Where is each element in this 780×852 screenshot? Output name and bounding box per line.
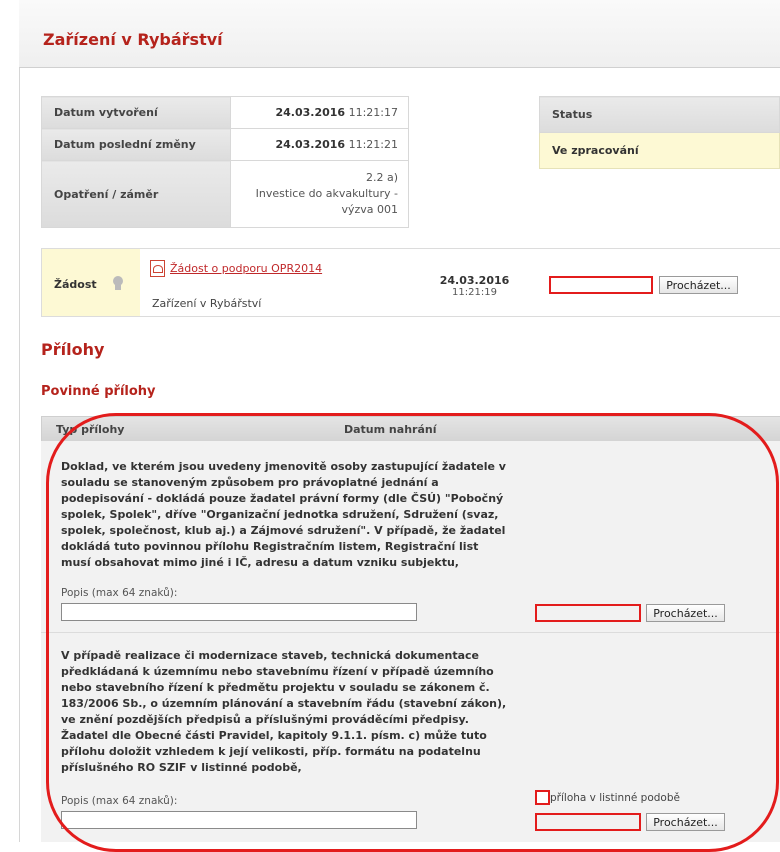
measure-label: Opatření / záměr [41, 160, 231, 228]
modified-value: 24.03.2016 11:21:21 [230, 128, 409, 161]
attachments-heading: Přílohy [41, 340, 105, 359]
application-time: 11:21:19 [452, 287, 497, 298]
modified-label: Datum poslední změny [41, 128, 231, 161]
status-badge: Ve zpracování [539, 132, 780, 169]
created-label: Datum vytvoření [41, 96, 231, 129]
status-label: Status [539, 96, 780, 133]
pdf-icon [150, 260, 165, 277]
status-table: Status Ve zpracování [539, 96, 780, 169]
attachment-1-description: Doklad, ve kterém jsou uvedeny jmenovitě… [61, 460, 506, 569]
column-type: Typ přílohy [56, 423, 125, 436]
paper-form-checkbox[interactable] [535, 790, 550, 805]
application-browse-button[interactable]: Procházet... [659, 276, 738, 294]
attachment-1-browse-button[interactable]: Procházet... [646, 604, 725, 622]
application-row: Žádost Žádost o podporu OPR2014 Zařízení… [41, 248, 780, 317]
attachment-1-desc-label: Popis (max 64 znaků): [61, 587, 178, 599]
file-path-field[interactable] [549, 276, 653, 294]
page-title: Zařízení v Rybářství [43, 30, 223, 49]
award-ribbon-icon [113, 276, 123, 290]
attachment-2-browse-button[interactable]: Procházet... [646, 813, 725, 831]
attachment-1-file-picker: Procházet... [535, 604, 755, 622]
mandatory-attachments-heading: Povinné přílohy [41, 384, 156, 399]
attachment-1-desc-input[interactable] [61, 603, 417, 621]
file-path-field[interactable] [535, 604, 641, 622]
attachment-2-file-picker: Procházet... [535, 813, 755, 831]
measure-value: 2.2 a) Investice do akvakultury - výzva … [230, 160, 409, 228]
application-file-picker: Procházet... [549, 276, 769, 294]
attachments-table-header: Typ přílohy Datum nahrání [41, 416, 780, 442]
column-upload-date: Datum nahrání [344, 423, 437, 436]
application-date: 24.03.2016 [439, 274, 510, 287]
attachment-2-desc-input[interactable] [61, 811, 417, 829]
paper-form-label: příloha v listinné podobě [550, 792, 680, 804]
application-subtitle: Zařízení v Rybářství [152, 297, 262, 310]
row-divider [41, 632, 780, 633]
info-table: Datum vytvoření 24.03.2016 11:21:17 Datu… [41, 96, 409, 228]
file-path-field[interactable] [535, 813, 641, 831]
application-label-cell: Žádost [42, 249, 140, 316]
attachment-2-desc-label: Popis (max 64 znaků): [61, 795, 178, 807]
application-label: Žádost [54, 278, 97, 291]
application-pdf-link[interactable]: Žádost o podporu OPR2014 [170, 262, 322, 275]
attachment-2-description: V případě realizace či modernizace stave… [61, 649, 507, 774]
created-value: 24.03.2016 11:21:17 [230, 96, 409, 129]
